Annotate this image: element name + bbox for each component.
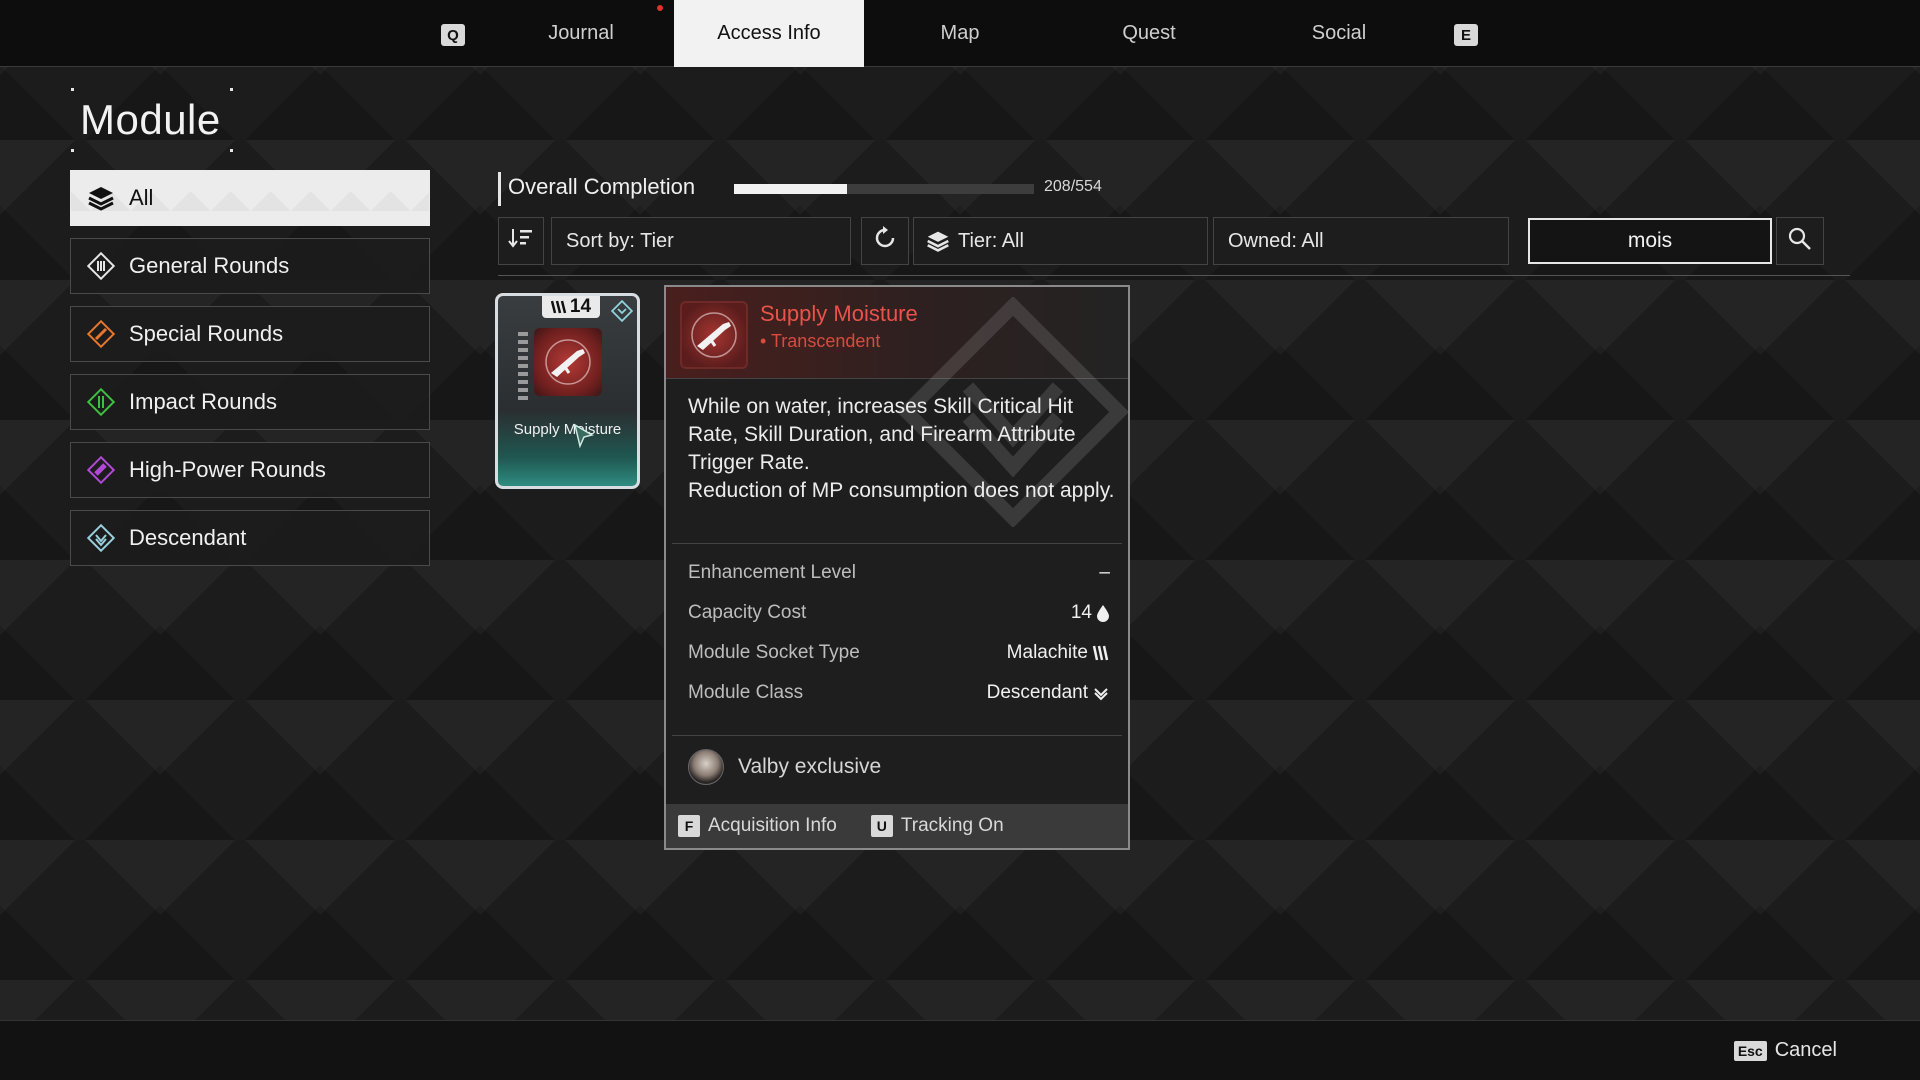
search-icon	[1787, 226, 1813, 257]
sidebar-item-label: Descendant	[129, 525, 247, 550]
stat-row-module-class: Module Class Descendant	[688, 678, 1110, 708]
high-power-rounds-icon	[83, 452, 119, 488]
stat-value: Descendant	[986, 682, 1088, 703]
tracking-action[interactable]: U Tracking On	[870, 815, 1004, 837]
sort-order-icon	[508, 227, 534, 255]
page-title-frame: Module	[71, 88, 233, 152]
descendant-class-icon	[1092, 684, 1110, 702]
tracking-key: U	[870, 815, 893, 837]
owned-filter-dropdown[interactable]: Owned: All	[1213, 217, 1509, 265]
stat-key: Module Class	[688, 682, 804, 703]
acquisition-key: F	[678, 815, 700, 837]
tier-filter-dropdown[interactable]: Tier: All	[913, 217, 1208, 265]
sort-label: Sort by: Tier	[566, 229, 674, 252]
sort-dropdown[interactable]: Sort by: Tier	[551, 217, 851, 265]
tooltip-divider	[672, 735, 1122, 736]
sidebar-item-label: General Rounds	[129, 253, 290, 278]
tooltip-module-tier: • Transcendent	[760, 331, 881, 351]
tooltip-description: While on water, increases Skill Critical…	[688, 395, 1115, 502]
notification-dot	[657, 5, 663, 11]
sidebar-item-special-rounds[interactable]: Special Rounds	[70, 306, 430, 362]
capacity-drop-icon	[1096, 604, 1110, 622]
tracking-label: Tracking On	[900, 815, 1004, 836]
tooltip-divider	[672, 543, 1122, 544]
module-card-name: Supply Moisture	[513, 421, 622, 438]
descendant-class-icon	[610, 299, 634, 323]
impact-rounds-icon	[83, 384, 119, 420]
sidebar-item-descendant[interactable]: Descendant	[70, 510, 430, 566]
completion-progress-bar	[734, 184, 1034, 194]
special-rounds-icon	[83, 316, 119, 352]
stat-key: Module Socket Type	[688, 642, 860, 663]
rifle-module-icon	[534, 328, 602, 396]
mouse-cursor-icon	[573, 423, 595, 454]
stat-key: Capacity Cost	[688, 602, 807, 623]
tab-map[interactable]: Map	[865, 0, 1055, 67]
tab-journal[interactable]: Journal	[486, 0, 676, 67]
tab-social[interactable]: Social	[1244, 0, 1434, 67]
top-navigation: Q Journal Access Info Map Quest Social E	[0, 0, 1920, 67]
module-level-pips	[518, 332, 528, 402]
malachite-socket-icon	[550, 300, 567, 314]
tooltip-module-name: Supply Moisture	[760, 301, 918, 326]
esc-key: Esc	[1733, 1040, 1767, 1061]
stat-row-enhancement: Enhancement Level –	[688, 558, 1110, 588]
sidebar-item-label: Impact Rounds	[129, 389, 277, 414]
valby-avatar	[688, 749, 724, 785]
cancel-label: Cancel	[1774, 1039, 1837, 1061]
prev-tab-key-hint[interactable]: Q	[441, 24, 465, 46]
completion-label: Overall Completion	[508, 174, 696, 199]
layers-icon	[926, 229, 950, 253]
stat-value: 14	[1070, 602, 1092, 623]
page-title: Module	[80, 96, 221, 143]
stat-value-wrap: Descendant	[987, 682, 1110, 704]
completion-count: 208/554	[1044, 178, 1102, 195]
tab-quest[interactable]: Quest	[1054, 0, 1244, 67]
search-button[interactable]	[1776, 217, 1824, 265]
rifle-module-icon	[680, 301, 748, 369]
next-tab-key-hint[interactable]: E	[1454, 24, 1478, 46]
stat-row-socket-type: Module Socket Type Malachite	[688, 638, 1110, 668]
refresh-icon	[872, 225, 898, 257]
sidebar-item-high-power-rounds[interactable]: High-Power Rounds	[70, 442, 430, 498]
tier-filter-label: Tier: All	[958, 229, 1024, 252]
bottom-bar: Esc Cancel	[0, 1020, 1920, 1080]
descendant-icon	[83, 520, 119, 556]
sidebar-item-label: All	[129, 185, 154, 210]
stat-row-capacity: Capacity Cost 14	[688, 598, 1110, 628]
search-input[interactable]: mois	[1528, 218, 1772, 264]
search-input-value: mois	[1627, 229, 1673, 252]
tab-access-info[interactable]: Access Info	[674, 0, 864, 67]
layers-icon	[83, 180, 119, 216]
module-card[interactable]: 14 Supply Moisture	[495, 293, 640, 489]
stat-value: Malachite	[1006, 642, 1088, 663]
sidebar-item-label: High-Power Rounds	[129, 457, 326, 482]
module-tooltip: Supply Moisture • Transcendent While on …	[664, 285, 1130, 850]
malachite-socket-icon	[1092, 645, 1110, 661]
filter-divider	[498, 275, 1850, 276]
module-capacity-badge: 14	[542, 296, 600, 318]
sidebar-item-general-rounds[interactable]: General Rounds	[70, 238, 430, 294]
owned-filter-label: Owned: All	[1228, 229, 1324, 252]
completion-progress-fill	[734, 184, 847, 194]
exclusive-label: Valby exclusive	[738, 755, 882, 778]
stat-value-wrap: 14	[1071, 602, 1110, 624]
sidebar-item-label: Special Rounds	[129, 321, 284, 346]
exclusive-descendant: Valby exclusive	[688, 749, 881, 785]
stat-value-wrap: Malachite	[1007, 642, 1110, 664]
completion-accent	[498, 172, 501, 206]
tooltip-footer: F Acquisition Info U Tracking On	[666, 804, 1128, 848]
acquisition-info-action[interactable]: F Acquisition Info	[678, 815, 837, 837]
reset-filters-button[interactable]	[861, 217, 909, 265]
module-capacity-value: 14	[569, 296, 592, 317]
general-rounds-icon	[83, 248, 119, 284]
sort-order-button[interactable]	[498, 217, 544, 265]
stat-value: –	[1099, 562, 1110, 583]
cancel-button[interactable]: Esc Cancel	[1733, 1039, 1837, 1062]
sidebar-item-all[interactable]: All	[70, 170, 430, 226]
acquisition-label: Acquisition Info	[708, 815, 837, 836]
sidebar-item-impact-rounds[interactable]: Impact Rounds	[70, 374, 430, 430]
stat-key: Enhancement Level	[688, 562, 856, 583]
